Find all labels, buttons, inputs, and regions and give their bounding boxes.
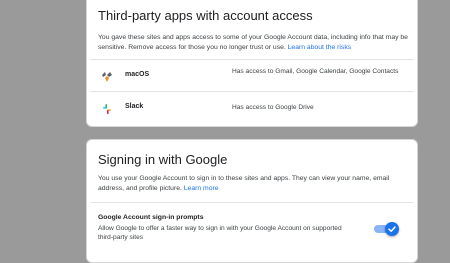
- app-access-text: Has access to Google Drive: [232, 104, 314, 111]
- signin-prompts-description: Allow Google to offer a faster way to si…: [98, 225, 342, 241]
- app-row-slack[interactable]: Slack Has access to Google Drive: [91, 91, 413, 123]
- third-party-apps-description: You gave these sites and apps access to …: [98, 34, 408, 51]
- checkmark-icon: [388, 226, 396, 232]
- third-party-apps-card: Third-party apps with account access You…: [86, 0, 418, 127]
- slack-icon: [101, 102, 113, 114]
- learn-about-risks-link[interactable]: Learn about the risks: [288, 44, 351, 51]
- app-access-text: Has access to Gmail, Google Calendar, Go…: [232, 68, 399, 75]
- macos-finder-icon: [101, 70, 113, 82]
- app-name: Slack: [125, 103, 144, 110]
- learn-more-link[interactable]: Learn more: [184, 185, 219, 192]
- toggle-knob: [385, 222, 399, 236]
- signing-in-card: Signing in with Google You use your Goog…: [86, 139, 418, 263]
- signing-in-description: You use your Google Account to sign in t…: [98, 175, 390, 192]
- signin-prompts-title: Google Account sign-in prompts: [98, 214, 204, 221]
- signing-in-title: Signing in with Google: [98, 152, 228, 167]
- third-party-apps-title: Third-party apps with account access: [98, 8, 313, 23]
- signin-prompts-toggle[interactable]: [374, 222, 399, 236]
- app-name: macOS: [125, 71, 150, 78]
- app-row-macos[interactable]: macOS Has access to Gmail, Google Calend…: [91, 59, 413, 91]
- divider: [91, 202, 413, 203]
